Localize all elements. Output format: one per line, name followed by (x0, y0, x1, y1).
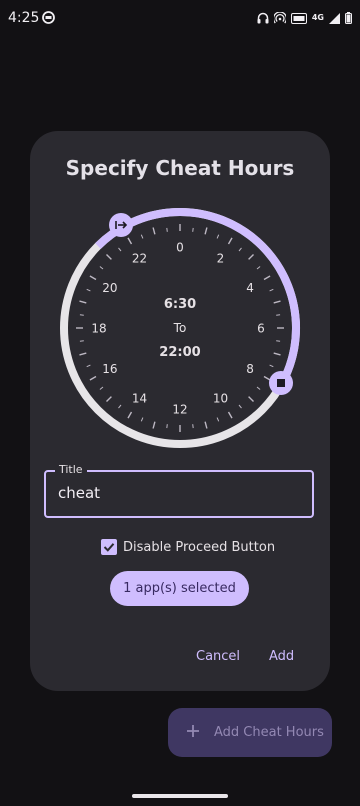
hour-label: 4 (246, 281, 254, 295)
clock-tick (99, 386, 104, 390)
clock-tick (118, 247, 122, 252)
clock-tick (86, 364, 91, 368)
hour-label: 6 (257, 322, 265, 336)
clock-tick (256, 266, 261, 270)
cancel-button[interactable]: Cancel (196, 649, 240, 664)
clock-tick (86, 288, 91, 292)
clock-tick (79, 314, 84, 316)
add-cheat-hours-fab[interactable]: Add Cheat Hours (168, 708, 332, 757)
hour-label: 2 (217, 251, 225, 265)
clock-tick (106, 396, 112, 402)
clock-tick (263, 375, 271, 381)
clock-tick (238, 247, 242, 252)
clock-tick (152, 421, 156, 429)
hotspot-icon (273, 12, 286, 24)
clock-tick (106, 254, 112, 260)
clock-tick (166, 227, 168, 232)
clock-tick (127, 237, 133, 245)
dialog-title: Specify Cheat Hours (65, 156, 295, 180)
clock-tick (89, 275, 97, 281)
clock-tick (238, 404, 242, 409)
clock-tick (269, 364, 274, 368)
clock-tick (216, 234, 220, 239)
disable-proceed-row[interactable]: Disable Proceed Button (101, 537, 275, 557)
clock-tick (79, 300, 87, 304)
clock-tick (269, 288, 274, 292)
hour-label: 20 (102, 281, 117, 295)
hour-label: 0 (176, 241, 184, 255)
time-range-clock[interactable]: 0 2 4 6 8 10 12 14 16 18 20 22 6:30 To 2… (30, 203, 330, 453)
add-button[interactable]: Add (269, 649, 294, 664)
status-icons: 4G (257, 11, 352, 25)
clock-tick (118, 404, 122, 409)
clock-tick (192, 227, 194, 232)
clock-tick (204, 227, 208, 235)
clock-tick (99, 266, 104, 270)
title-input[interactable]: cheat (58, 484, 298, 502)
clock-tick (79, 352, 87, 356)
clock-tick (263, 275, 271, 281)
start-handle[interactable] (109, 213, 133, 237)
hour-label: 18 (91, 322, 106, 336)
clock-tick (248, 254, 254, 260)
end-time: 22:00 (159, 345, 200, 360)
network-type: 4G (311, 13, 324, 22)
clock-tick (256, 386, 261, 390)
time-separator: To (173, 321, 187, 335)
clock-tick (140, 234, 144, 239)
clock-tick (166, 424, 168, 429)
check-icon (103, 543, 115, 552)
volte-icon (290, 12, 307, 24)
headphones-icon (257, 12, 269, 24)
clock-tick (89, 375, 97, 381)
clock-tick (140, 417, 144, 422)
clock-tick (227, 411, 233, 419)
status-bar: 4:25 4G (0, 0, 360, 36)
hour-label: 10 (213, 392, 228, 406)
hour-label: 14 (132, 392, 147, 406)
stop-square-icon (277, 379, 285, 387)
clock-tick (152, 227, 156, 235)
status-time: 4:25 (8, 10, 40, 26)
disable-proceed-checkbox[interactable] (101, 539, 117, 555)
clock-tick (273, 300, 281, 304)
clock-tick (276, 340, 281, 342)
clock-tick (204, 421, 208, 429)
start-time: 6:30 (164, 297, 196, 312)
clock-tick (227, 237, 233, 245)
disable-proceed-label: Disable Proceed Button (123, 539, 276, 555)
clock-tick (79, 340, 84, 342)
selected-apps-button[interactable]: 1 app(s) selected (110, 571, 249, 606)
hour-label: 8 (246, 362, 254, 376)
signal-icon (329, 12, 340, 24)
plus-icon (187, 725, 199, 737)
gesture-nav-handle[interactable] (132, 794, 228, 798)
title-field-label: Title (55, 463, 87, 476)
battery-icon (345, 12, 352, 24)
hour-label: 22 (132, 251, 147, 265)
media-icon (42, 11, 55, 24)
clock-tick (127, 411, 133, 419)
cheat-hours-dialog: Specify Cheat Hours 0 2 4 6 8 10 12 14 1… (30, 131, 330, 691)
fab-label: Add Cheat Hours (214, 725, 324, 740)
clock-tick (192, 424, 194, 429)
end-handle[interactable] (269, 371, 293, 395)
clock-tick (276, 314, 281, 316)
title-field[interactable]: Title cheat (44, 463, 314, 518)
hour-label: 12 (172, 403, 187, 417)
hour-label: 16 (102, 362, 117, 376)
clock-tick (273, 352, 281, 356)
clock-tick (248, 396, 254, 402)
clock-tick (216, 417, 220, 422)
